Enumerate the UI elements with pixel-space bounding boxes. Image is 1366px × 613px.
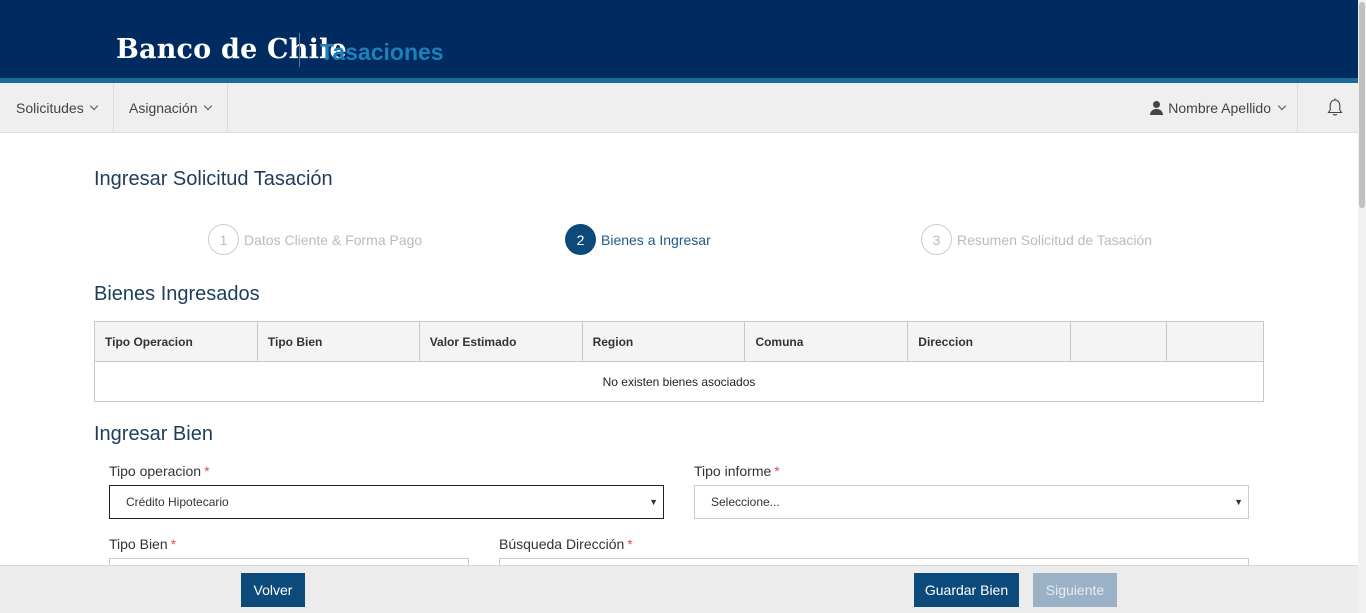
user-icon: [1150, 100, 1164, 115]
busqueda-direccion-label: Búsqueda Dirección *: [499, 536, 633, 552]
section-title-ingresar-bien: Ingresar Bien: [94, 423, 213, 445]
chevron-down-icon: [203, 101, 212, 111]
top-header: Banco de Chile Tasaciones: [0, 0, 1358, 78]
step-label: Resumen Solicitud de Tasación: [957, 231, 1153, 248]
step-number-circle: 2: [565, 224, 596, 255]
column-header-valor-estimado[interactable]: Valor Estimado: [418, 321, 583, 362]
nav-solicitudes-menu[interactable]: Solicitudes: [0, 83, 114, 132]
nav-asignacion-label: Asignación: [129, 99, 198, 116]
step-number-circle: 1: [208, 224, 239, 255]
tipo-informe-label-text: Tipo informe: [694, 463, 772, 479]
step-resumen-solicitud[interactable]: 3 Resumen Solicitud de Tasación: [921, 224, 1152, 255]
dropdown-arrow-icon: ▼: [1234, 497, 1243, 507]
table-row: No existen bienes asociados: [94, 361, 1264, 402]
chevron-down-icon: [89, 101, 98, 111]
step-number-circle: 3: [921, 224, 952, 255]
step-bienes-a-ingresar[interactable]: 2 Bienes a Ingresar: [565, 224, 711, 255]
step-label: Bienes a Ingresar: [601, 231, 711, 248]
column-header-region[interactable]: Region: [581, 321, 746, 362]
tipo-operacion-label-text: Tipo operacion: [109, 463, 202, 479]
column-header-action-2: [1166, 321, 1264, 362]
guardar-bien-button[interactable]: Guardar Bien: [914, 573, 1019, 607]
app-title: Tasaciones: [320, 39, 444, 65]
nav-asignacion-menu[interactable]: Asignación: [114, 83, 228, 132]
busqueda-direccion-label-text: Búsqueda Dirección: [499, 536, 625, 552]
step-label: Datos Cliente & Forma Pago: [244, 231, 423, 248]
required-asterisk: *: [774, 463, 780, 479]
required-asterisk: *: [170, 536, 177, 552]
footer-action-bar: Volver Guardar Bien Siguiente: [0, 565, 1358, 613]
column-header-action-1: [1070, 321, 1168, 362]
user-menu[interactable]: Nombre Apellido: [1138, 83, 1298, 132]
tipo-bien-label: Tipo Bien *: [109, 536, 176, 552]
tipo-operacion-label: Tipo operacion *: [109, 463, 210, 479]
volver-button[interactable]: Volver: [241, 573, 305, 607]
page-scrollbar[interactable]: [1358, 0, 1366, 613]
section-title-bienes-ingresados: Bienes Ingresados: [94, 283, 260, 305]
user-name: Nombre Apellido: [1168, 99, 1271, 116]
table-header-row: Tipo Operacion Tipo Bien Valor Estimado …: [94, 321, 1264, 362]
chevron-down-icon: [1277, 101, 1287, 111]
dropdown-arrow-icon: ▼: [649, 497, 658, 507]
brand-logo: Banco de Chile: [116, 34, 347, 65]
scrollbar-thumb[interactable]: [1359, 2, 1365, 208]
empty-table-message: No existen bienes asociados: [94, 361, 1264, 402]
required-asterisk: *: [627, 536, 633, 552]
tipo-operacion-select[interactable]: Crédito Hipotecario ▼: [109, 485, 664, 519]
column-header-tipo-bien[interactable]: Tipo Bien: [256, 321, 420, 362]
tipo-bien-label-text: Tipo Bien: [109, 536, 168, 552]
bienes-table: Tipo Operacion Tipo Bien Valor Estimado …: [94, 321, 1264, 402]
step-datos-cliente[interactable]: 1 Datos Cliente & Forma Pago: [208, 224, 422, 255]
tipo-informe-label: Tipo informe *: [694, 463, 780, 479]
nav-solicitudes-label: Solicitudes: [16, 99, 84, 116]
column-header-direccion[interactable]: Direccion: [907, 321, 1072, 362]
tipo-informe-selected-value: Seleccione...: [711, 495, 780, 509]
column-header-comuna[interactable]: Comuna: [744, 321, 909, 362]
tipo-operacion-selected-value: Crédito Hipotecario: [126, 495, 229, 509]
navbar: Solicitudes Asignación Nombre Apellido: [0, 83, 1358, 133]
column-header-tipo-operacion[interactable]: Tipo Operacion: [94, 321, 258, 362]
tipo-informe-select[interactable]: Seleccione... ▼: [694, 485, 1249, 519]
notification-bell-icon[interactable]: [1327, 98, 1343, 118]
page-title: Ingresar Solicitud Tasación: [94, 168, 333, 190]
required-asterisk: *: [204, 463, 210, 479]
siguiente-button[interactable]: Siguiente: [1033, 573, 1117, 607]
brand-divider: [299, 33, 300, 67]
